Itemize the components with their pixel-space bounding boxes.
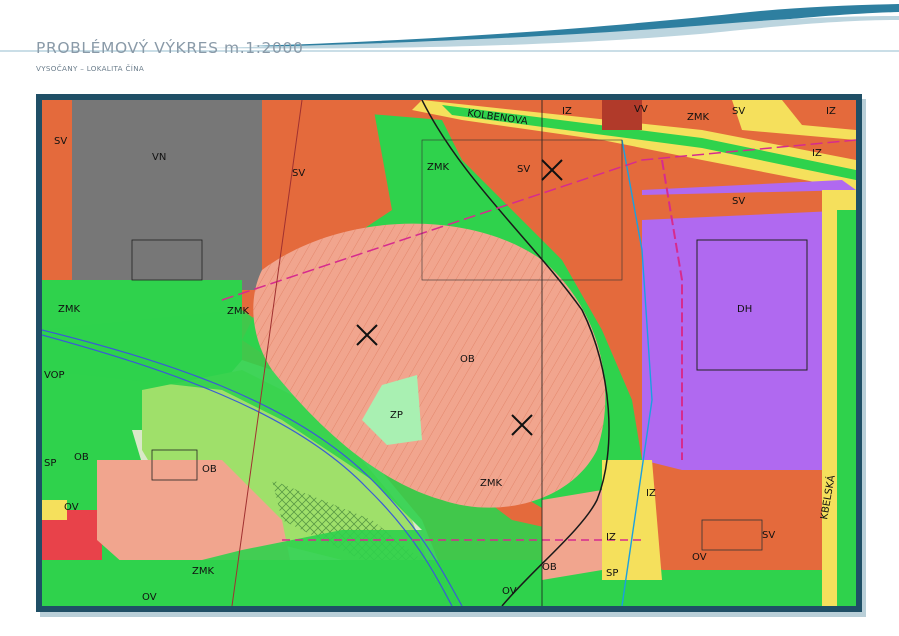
map-label: IZ (646, 488, 656, 499)
map-label: VN (152, 152, 166, 163)
map-label: IZ (562, 106, 572, 117)
map-label: ZMK (58, 304, 80, 315)
page-title: PROBLÉMOVÝ VÝKRES m.1:2000 (36, 39, 304, 57)
map-label: VOP (44, 370, 65, 381)
map-label: SV (732, 106, 745, 117)
map-label: OV (502, 586, 517, 597)
map-label: VV (634, 104, 648, 115)
map-label: SP (44, 458, 56, 469)
map-label: SV (517, 164, 530, 175)
map-label: IZ (606, 532, 616, 543)
map-label: SV (732, 196, 745, 207)
map-label: OV (64, 502, 79, 513)
map-label: SP (606, 568, 618, 579)
map-label: SV (292, 168, 305, 179)
map-label: OV (692, 552, 707, 563)
map-label: ZP (390, 410, 403, 421)
map-label: OB (542, 562, 557, 573)
map-label: ZMK (480, 478, 502, 489)
map-label: ZMK (192, 566, 214, 577)
map-label: OB (202, 464, 217, 475)
map-label: DH (737, 304, 752, 315)
map-label: ZMK (427, 162, 449, 173)
map-label: IZ (826, 106, 836, 117)
map-label: SV (762, 530, 775, 541)
zoning-map: SV VN SV ZMK KOLBENOVA IZ VV ZMK SV IZ I… (36, 94, 862, 612)
map-label: ZMK (227, 306, 249, 317)
zone-vn (72, 100, 262, 290)
map-label: SV (54, 136, 67, 147)
page-subtitle: VYSOČANY – LOKALITA ČÍNA (36, 64, 145, 73)
map-label: OB (460, 354, 475, 365)
map-label: OV (142, 592, 157, 603)
map-label: IZ (812, 148, 822, 159)
map-label: OB (74, 452, 89, 463)
map-label: ZMK (687, 112, 709, 123)
